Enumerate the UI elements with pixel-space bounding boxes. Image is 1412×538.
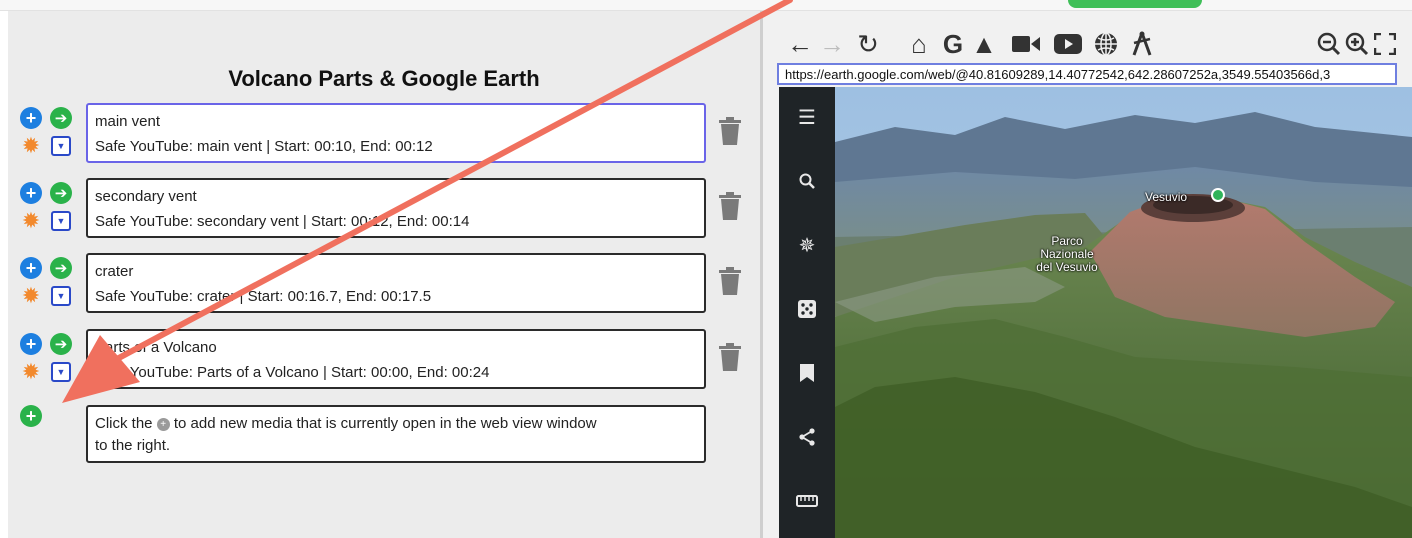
volcano-terrain-image xyxy=(835,87,1412,538)
page-title: Volcano Parts & Google Earth xyxy=(228,66,540,91)
gear-icon[interactable]: ✹ xyxy=(20,210,42,232)
media-item-card[interactable]: crater Safe YouTube: crater | Start: 00:… xyxy=(86,253,706,313)
insert-above-plus-icon[interactable]: + xyxy=(20,333,42,355)
media-detail: Safe YouTube: secondary vent | Start: 00… xyxy=(95,213,470,230)
youtube-icon[interactable] xyxy=(1053,29,1083,59)
fullscreen-icon[interactable] xyxy=(1373,29,1397,59)
media-item-card[interactable]: Parts of a Volcano Safe YouTube: Parts o… xyxy=(86,329,706,389)
chevron-down-icon[interactable]: ▼ xyxy=(51,136,71,156)
hint-after: to add new media that is currently open … xyxy=(173,415,597,432)
row-controls: + ➔ ✹ ▼ xyxy=(20,182,76,238)
media-detail: Safe YouTube: Parts of a Volcano | Start… xyxy=(95,364,490,381)
globe-icon[interactable] xyxy=(1093,29,1119,59)
go-arrow-icon[interactable]: ➔ xyxy=(50,107,72,129)
google-earth-view[interactable]: ☰ ✵ Vesuvio Parco Nazionale del Vesuvio xyxy=(779,87,1412,538)
media-row: + ➔ ✹ ▼ Parts of a Volcano Safe YouTube:… xyxy=(8,329,760,391)
url-input[interactable]: https://earth.google.com/web/@40.8160928… xyxy=(777,63,1397,85)
top-bar-strip xyxy=(0,0,1412,11)
google-icon[interactable]: G xyxy=(941,29,965,59)
media-detail: Safe YouTube: main vent | Start: 00:10, … xyxy=(95,138,433,155)
media-row: + ➔ ✹ ▼ crater Safe YouTube: crater | St… xyxy=(8,253,760,315)
compass-icon[interactable] xyxy=(1129,29,1155,59)
go-arrow-icon[interactable]: ➔ xyxy=(50,182,72,204)
hint-line-2: to the right. xyxy=(95,437,171,454)
media-item-card[interactable]: secondary vent Safe YouTube: secondary v… xyxy=(86,178,706,238)
media-title: Parts of a Volcano xyxy=(95,339,217,356)
trash-icon[interactable] xyxy=(718,267,742,295)
zoom-out-icon[interactable] xyxy=(1317,29,1341,59)
chevron-down-icon[interactable]: ▼ xyxy=(51,211,71,231)
forward-arrow-icon[interactable]: → xyxy=(819,29,845,59)
dice-icon[interactable] xyxy=(793,295,821,323)
top-green-button[interactable] xyxy=(1068,0,1202,8)
media-row: + ➔ ✹ ▼ main vent Safe YouTube: main ven… xyxy=(8,103,760,165)
gear-icon[interactable]: ✹ xyxy=(20,361,42,383)
share-icon[interactable] xyxy=(793,423,821,451)
map-label-park: Parco Nazionale del Vesuvio xyxy=(1031,235,1103,274)
media-title: crater xyxy=(95,263,134,280)
media-list-panel: Volcano Parts & Google Earth + ➔ ✹ ▼ mai… xyxy=(8,11,760,538)
trash-icon[interactable] xyxy=(718,117,742,145)
bookmark-icon[interactable] xyxy=(793,359,821,387)
search-icon[interactable] xyxy=(793,167,821,195)
chevron-down-icon[interactable]: ▼ xyxy=(51,286,71,306)
row-controls: + ➔ ✹ ▼ xyxy=(20,257,76,313)
go-arrow-icon[interactable]: ➔ xyxy=(50,257,72,279)
web-view-panel: ← → ↻ ⌂ G ▲ https://earth.google.com/web… xyxy=(763,11,1412,538)
add-media-plus-icon[interactable]: + xyxy=(20,405,42,427)
media-title: main vent xyxy=(95,113,161,130)
park-line-3: del Vesuvio xyxy=(1036,260,1098,274)
media-title: secondary vent xyxy=(95,188,197,205)
media-detail: Safe YouTube: crater | Start: 00:16.7, E… xyxy=(95,288,432,305)
web-view-toolbar: ← → ↻ ⌂ G ▲ xyxy=(763,29,1412,63)
map-label-vesuvio: Vesuvio xyxy=(1145,190,1188,204)
video-camera-icon[interactable] xyxy=(1011,29,1041,59)
gear-icon[interactable]: ✹ xyxy=(20,285,42,307)
google-earth-sidebar: ☰ ✵ xyxy=(779,87,835,538)
back-arrow-icon[interactable]: ← xyxy=(787,29,813,59)
trash-icon[interactable] xyxy=(718,343,742,371)
gear-icon[interactable]: ✹ xyxy=(20,135,42,157)
zoom-in-icon[interactable] xyxy=(1345,29,1369,59)
go-arrow-icon[interactable]: ➔ xyxy=(50,333,72,355)
add-media-hint: Click the + to add new media that is cur… xyxy=(86,405,706,463)
ruler-icon[interactable] xyxy=(793,487,821,515)
reload-icon[interactable]: ↻ xyxy=(855,29,881,59)
drive-icon[interactable]: ▲ xyxy=(971,29,997,59)
home-icon[interactable]: ⌂ xyxy=(905,29,933,59)
insert-above-plus-icon[interactable]: + xyxy=(20,182,42,204)
insert-above-plus-icon[interactable]: + xyxy=(20,107,42,129)
voyager-icon[interactable]: ✵ xyxy=(793,231,821,259)
chevron-down-icon[interactable]: ▼ xyxy=(51,362,71,382)
media-item-card[interactable]: main vent Safe YouTube: main vent | Star… xyxy=(86,103,706,163)
menu-icon[interactable]: ☰ xyxy=(793,103,821,131)
inline-plus-icon: + xyxy=(156,417,170,431)
hint-before: Click the xyxy=(95,415,153,432)
row-controls: + ➔ ✹ ▼ xyxy=(20,107,76,163)
trash-icon[interactable] xyxy=(718,192,742,220)
insert-above-plus-icon[interactable]: + xyxy=(20,257,42,279)
map-pin-icon[interactable] xyxy=(1211,188,1225,202)
row-controls: + ➔ ✹ ▼ xyxy=(20,333,76,389)
media-row: + ➔ ✹ ▼ secondary vent Safe YouTube: sec… xyxy=(8,178,760,240)
hint-line-1: Click the + to add new media that is cur… xyxy=(95,413,697,435)
